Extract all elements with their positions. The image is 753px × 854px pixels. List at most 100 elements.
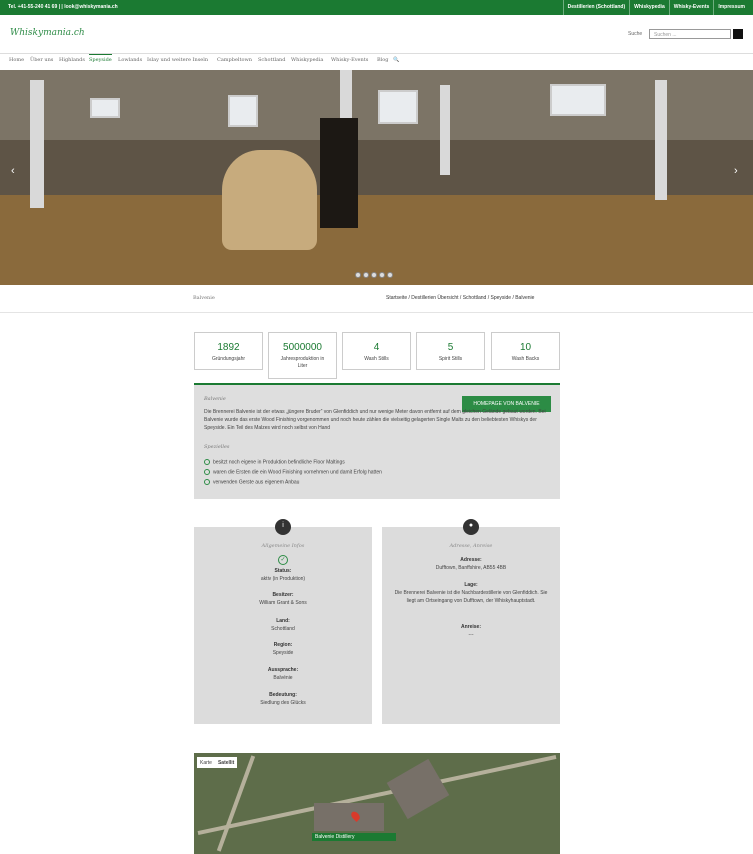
slider-next-arrow[interactable]: › <box>734 165 738 177</box>
stat-label: Jahresproduktion in Liter <box>280 356 325 369</box>
nav-item-ueber-uns[interactable]: Über uns <box>30 57 53 63</box>
stat-wash-backs: 10 Wash Backs <box>491 332 560 370</box>
special-item-text: waren die Ersten die ein Wood Finishing … <box>213 469 382 476</box>
nav-search-icon[interactable]: 🔍 <box>393 57 399 63</box>
breadcrumb[interactable]: Startseite / Destillerien Übersicht / Sc… <box>386 295 534 301</box>
stat-value: 1892 <box>217 342 240 353</box>
search-input[interactable]: Suchen ... <box>649 29 731 39</box>
map-toggle-satellite[interactable]: Satellit <box>215 757 237 768</box>
top-link-impressum[interactable]: Impressum <box>713 0 749 15</box>
special-item: verwenden Gerste aus eigenem Anbau <box>204 479 299 485</box>
slide-wall <box>0 140 753 195</box>
stat-label: Spirit Stills <box>438 356 463 362</box>
slider-dot[interactable] <box>355 272 361 278</box>
nav-item-campbeltown[interactable]: Campbeltown <box>217 57 252 63</box>
row-value: Die Brennerei Balvenie ist die Nachbarde… <box>394 590 548 604</box>
top-bar: Tel. +41-55-240 41 69 | | look@whiskyman… <box>0 0 753 15</box>
map-toggle-map[interactable]: Karte <box>197 757 215 768</box>
stat-production: 5000000 Jahresproduktion in Liter <box>268 332 337 379</box>
top-link-destillerien[interactable]: Destillerien (Schottland) <box>562 0 630 15</box>
slide-window <box>228 95 258 127</box>
row-label: Aussprache: <box>267 667 299 673</box>
row-value: William Grant & Sons <box>259 600 307 606</box>
row-value: Siedlung des Glücks <box>260 700 306 706</box>
location-map[interactable]: Karte Satellit Balvenie Distillery <box>194 753 560 854</box>
slider-dot[interactable] <box>371 272 377 278</box>
general-info-card: i Allgemeine Infos ✓ Status: aktiv (in Pr… <box>194 519 372 724</box>
specials-heading: Spezielles <box>204 444 230 450</box>
map-road <box>216 755 256 852</box>
top-link-whisky-events[interactable]: Whisky-Events <box>668 0 714 15</box>
status-check-icon: ✓ <box>278 555 288 565</box>
stat-value: 5000000 <box>283 342 322 353</box>
stat-value: 10 <box>519 342 532 353</box>
slide-barley-shower <box>222 150 317 250</box>
check-icon <box>204 469 210 475</box>
nav-item-islay[interactable]: Islay und weitere Inseln <box>147 57 208 63</box>
info-heading: Balvenie <box>204 396 226 402</box>
row-label: Lage: <box>464 582 478 588</box>
search-label: Suche <box>628 31 643 37</box>
main-nav: Home Über uns Highlands Speyside Lowland… <box>0 53 753 69</box>
slide-column <box>655 80 667 200</box>
stat-wash-stills: 4 Wash Stills <box>342 332 411 370</box>
nav-item-highlands[interactable]: Highlands <box>59 57 85 63</box>
country-row: Land: Schottland <box>202 617 364 633</box>
contact-info[interactable]: Tel. +41-55-240 41 69 | | look@whiskyman… <box>8 4 118 10</box>
row-value: aktiv (in Produktion) <box>260 576 306 582</box>
special-item-text: besitzt noch eigene in Produktion befind… <box>213 459 345 466</box>
breadcrumb-bar: Balvenie Startseite / Destillerien Übers… <box>0 285 753 313</box>
map-building <box>386 758 450 820</box>
nav-item-schottland[interactable]: Schottland <box>258 57 285 63</box>
page-title: Balvenie <box>193 295 215 301</box>
row-value: --- <box>468 632 474 638</box>
distillery-info: Balvenie HOMEPAGE VON BALVENIE Die Brenn… <box>194 383 560 499</box>
stat-label: Wash Stills <box>364 356 389 362</box>
slide-column <box>440 85 450 175</box>
slide-worker <box>320 118 358 228</box>
map-marker-label[interactable]: Balvenie Distillery <box>312 833 396 841</box>
nav-item-home[interactable]: Home <box>9 57 24 63</box>
row-label: Region: <box>273 642 293 648</box>
row-value: Speyside <box>272 650 294 656</box>
row-value: Dufftown, Banffshire, AB55 4BB <box>435 565 507 571</box>
hero-slider: ‹ › <box>0 70 753 285</box>
search-button[interactable] <box>733 29 743 39</box>
slider-dot[interactable] <box>379 272 385 278</box>
status-row: Status: aktiv (in Produktion) <box>202 567 364 583</box>
nav-item-whisky-events[interactable]: Whisky-Events <box>331 57 368 63</box>
slide-window <box>550 84 606 116</box>
site-logo[interactable]: Whiskymania.ch <box>10 28 85 38</box>
stat-value: 4 <box>373 342 380 353</box>
row-label: Anreise: <box>460 624 481 630</box>
stat-spirit-stills: 5 Spirit Stills <box>416 332 485 370</box>
owner-row: Besitzer: William Grant & Sons <box>202 591 364 607</box>
nav-item-blog[interactable]: Blog <box>377 57 388 63</box>
map-building <box>314 803 384 831</box>
slider-dot[interactable] <box>363 272 369 278</box>
slide-column <box>30 80 44 208</box>
stat-label: Gründungsjahr <box>211 356 246 362</box>
row-label: Land: <box>276 618 290 624</box>
check-icon <box>204 459 210 465</box>
address-row: Adresse: Dufftown, Banffshire, AB55 4BB <box>390 556 552 572</box>
slide-window <box>378 90 418 124</box>
row-value: Schottland <box>271 626 295 632</box>
card-title: Allgemeine Infos <box>261 543 305 549</box>
stat-label: Wash Backs <box>511 356 540 362</box>
nav-item-whiskypedia[interactable]: Whiskypedia <box>291 57 323 63</box>
special-item: besitzt noch eigene in Produktion befind… <box>204 459 345 465</box>
slider-dots <box>355 272 393 278</box>
top-link-whiskypedia[interactable]: Whiskypedia <box>629 0 669 15</box>
slider-dot[interactable] <box>387 272 393 278</box>
meaning-row: Bedeutung: Siedlung des Glücks <box>202 691 364 707</box>
row-value: Balvénie <box>273 675 293 681</box>
row-label: Status: <box>274 568 292 574</box>
stat-value: 5 <box>447 342 454 353</box>
travel-row: Anreise: --- <box>390 623 552 639</box>
map-type-toggle: Karte Satellit <box>197 757 238 768</box>
slider-prev-arrow[interactable]: ‹ <box>11 165 15 177</box>
row-label: Besitzer: <box>272 592 294 598</box>
nav-item-lowlands[interactable]: Lowlands <box>118 57 142 63</box>
nav-item-speyside[interactable]: Speyside <box>89 54 112 63</box>
